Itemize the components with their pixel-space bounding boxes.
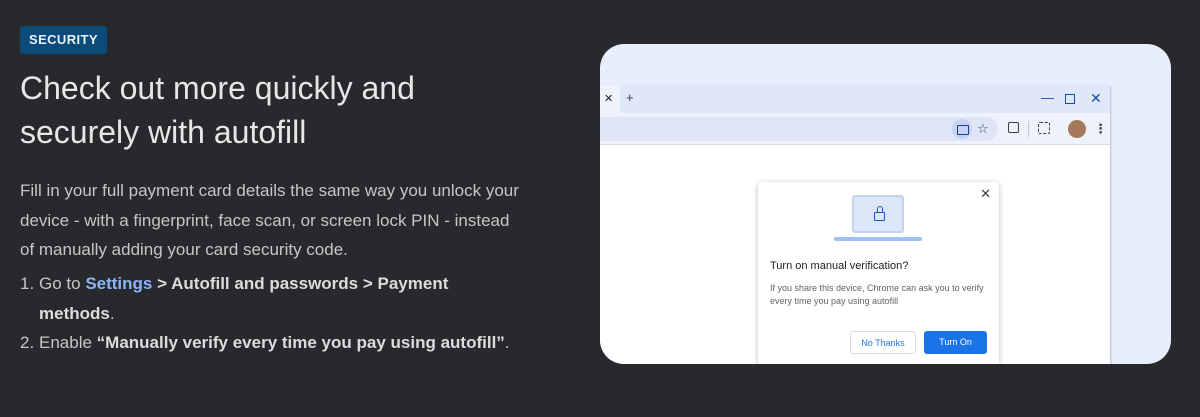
- tab-strip: ✕ + — ✕: [600, 85, 1110, 113]
- step-suffix: .: [504, 333, 510, 352]
- dialog-title: Turn on manual verification?: [770, 260, 909, 272]
- browser-window: ✕ + — ✕ ☆ ⋮ ✕ Turn on manual verificatio…: [600, 85, 1110, 364]
- tab-close-icon[interactable]: ✕: [604, 91, 613, 107]
- illustration-panel: ✕ + — ✕ ☆ ⋮ ✕ Turn on manual verificatio…: [600, 44, 1171, 364]
- profile-avatar[interactable]: [1068, 120, 1086, 138]
- more-menu-icon[interactable]: ⋮: [1094, 120, 1107, 138]
- bookmark-star-icon[interactable]: ☆: [977, 120, 989, 138]
- address-bar[interactable]: ☆: [600, 117, 998, 141]
- window-close-icon[interactable]: ✕: [1090, 90, 1102, 106]
- browser-tab[interactable]: ✕: [600, 85, 620, 113]
- step-item-1: 1. Go to Settings > Autofill and passwor…: [20, 269, 520, 328]
- laptop-base: [834, 237, 922, 241]
- steps-list: 1. Go to Settings > Autofill and passwor…: [20, 269, 520, 358]
- lens-icon[interactable]: [1038, 122, 1050, 134]
- step-number: 2.: [20, 333, 35, 352]
- step-text: Enable “Manually verify every time you p…: [39, 328, 520, 358]
- dialog-body: If you share this device, Chrome can ask…: [770, 283, 984, 306]
- step-text: Go to Settings > Autofill and passwords …: [39, 269, 520, 328]
- lock-body: [874, 212, 885, 221]
- maximize-icon[interactable]: [1065, 94, 1075, 104]
- minimize-icon[interactable]: —: [1041, 90, 1054, 106]
- dialog-close-icon[interactable]: ✕: [980, 186, 991, 202]
- step-item-2: 2. Enable “Manually verify every time yo…: [20, 328, 520, 358]
- step-suffix: .: [109, 303, 115, 323]
- page-headline: Check out more quickly and securely with…: [20, 70, 415, 150]
- settings-link[interactable]: Settings: [85, 274, 152, 293]
- browser-toolbar: ☆ ⋮: [600, 113, 1110, 145]
- new-tab-icon[interactable]: +: [626, 90, 634, 106]
- step-prefix: Go to: [39, 274, 86, 293]
- extensions-icon[interactable]: [1008, 122, 1019, 133]
- step-number: 1.: [20, 274, 35, 293]
- no-thanks-button[interactable]: No Thanks: [850, 331, 916, 354]
- manual-verification-dialog: ✕ Turn on manual verification? If you sh…: [758, 182, 999, 364]
- step-prefix: Enable: [39, 333, 97, 352]
- turn-on-button[interactable]: Turn On: [924, 331, 987, 354]
- laptop-lock-illustration: [834, 195, 922, 241]
- security-badge: SECURITY: [20, 26, 107, 54]
- payment-card-icon[interactable]: [952, 119, 972, 139]
- laptop-screen: [852, 195, 904, 233]
- setting-name: “Manually verify every time you pay usin…: [96, 333, 505, 352]
- feature-description: Fill in your full payment card details t…: [20, 181, 519, 259]
- toolbar-divider: [1028, 121, 1029, 137]
